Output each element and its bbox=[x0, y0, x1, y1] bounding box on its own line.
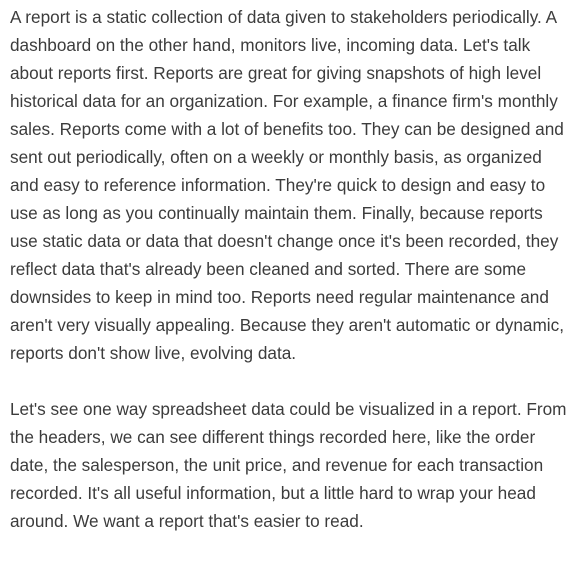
document-body: A report is a static collection of data … bbox=[0, 0, 575, 562]
paragraph-reports-intro: A report is a static collection of data … bbox=[10, 7, 564, 363]
paragraph-spreadsheet-example: Let's see one way spreadsheet data could… bbox=[10, 399, 567, 531]
